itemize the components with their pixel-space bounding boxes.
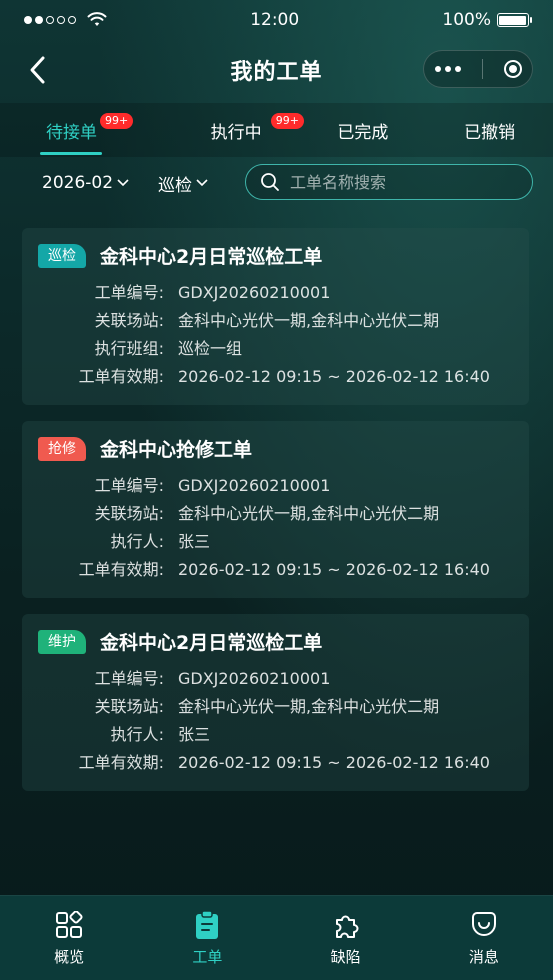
tab-label: 执行中 [210,122,262,143]
date-value: 2026-02 [42,173,114,193]
type-dropdown[interactable]: 巡检 [158,171,208,196]
tab-label: 待接单 [46,122,97,143]
row-label: 执行班组: [94,339,164,358]
row-label: 关联场站: [94,504,164,523]
tab-completed[interactable]: 已完成 [300,103,427,157]
tabbar-item-work-order[interactable]: 工单 [138,896,276,980]
info-row: 关联场站: 金科中心光伏一期,金科中心光伏二期 [38,307,513,335]
tab-label: 已撤销 [464,122,516,143]
row-label: 工单有效期: [78,560,164,579]
tabbar-label: 缺陷 [330,947,361,966]
overview-icon [54,910,84,940]
signal-dot [57,16,65,24]
defect-icon [331,910,361,940]
tabbar-item-message[interactable]: 消息 [415,896,553,980]
info-row: 关联场站: 金科中心光伏一期,金科中心光伏二期 [38,500,513,528]
card-title: 金科中心2月日常巡检工单 [100,246,323,268]
signal-dot [24,16,32,24]
search-icon [261,173,279,191]
card-title: 金科中心2月日常巡检工单 [100,632,323,654]
row-label: 工单有效期: [78,367,164,386]
miniprogram-capsule [423,50,533,88]
row-label: 关联场站: [94,311,164,330]
tab-cancelled[interactable]: 已撤销 [426,103,553,157]
tabbar-label: 概览 [54,947,85,966]
info-row: 执行人: 张三 [38,721,513,749]
work-order-card[interactable]: 维护 金科中心2月日常巡检工单 工单编号: GDXJ20260210001 关联场… [22,614,529,791]
filter-bar: 2026-02 巡检 [0,162,553,204]
info-row: 工单有效期: 2026-02-12 09:15 ~ 2026-02-12 16:4… [38,556,513,584]
info-row: 工单编号: GDXJ20260210001 [38,472,513,500]
row-value: 2026-02-12 09:15 ~ 2026-02-12 16:40 [178,367,490,386]
info-row: 执行人: 张三 [38,528,513,556]
row-value: 张三 [178,725,211,744]
tab-in-progress[interactable]: 执行中 99+ [173,103,304,157]
nav-bar: 我的工单 [0,40,553,100]
tabbar-label: 消息 [468,947,499,966]
row-value: GDXJ20260210001 [178,669,331,688]
info-row: 工单有效期: 2026-02-12 09:15 ~ 2026-02-12 16:4… [38,363,513,391]
row-label: 执行人: [110,725,164,744]
repair-tag: 抢修 [38,436,86,461]
row-label: 关联场站: [94,697,164,716]
battery-icon [496,13,532,27]
row-value: 张三 [178,532,211,551]
signal-dot [46,16,54,24]
row-value: 金科中心光伏一期,金科中心光伏二期 [178,504,440,523]
row-value: GDXJ20260210001 [178,476,331,495]
row-value: 金科中心光伏一期,金科中心光伏二期 [178,311,440,330]
app-screen: 12:00 100% 我的工单 待接单 99+ 执行中 99+ 已完成 已撤销 … [0,0,553,980]
signal-strength [24,12,107,28]
inspection-tag: 巡检 [38,243,86,268]
back-button[interactable] [28,54,56,86]
chevron-down-icon [196,179,208,187]
battery-percent: 100% [442,10,491,30]
page-title: 我的工单 [230,60,323,85]
work-order-icon [192,909,222,940]
bottom-tab-bar: 概览 工单 缺陷 消息 [0,895,553,980]
info-row: 工单有效期: 2026-02-12 09:15 ~ 2026-02-12 16:4… [38,749,513,777]
row-value: 2026-02-12 09:15 ~ 2026-02-12 16:40 [178,753,490,772]
status-bar: 12:00 100% [0,0,553,40]
work-order-card[interactable]: 抢修 金科中心抢修工单 工单编号: GDXJ20260210001 关联场站: 金科… [22,421,529,598]
date-dropdown[interactable]: 2026-02 [42,173,129,193]
row-label: 执行人: [110,532,164,551]
type-value: 巡检 [158,175,192,196]
chevron-left-icon [30,56,45,84]
tabbar-item-defect[interactable]: 缺陷 [277,896,415,980]
more-icon[interactable] [434,66,461,72]
chevron-down-icon [117,179,129,187]
work-order-card[interactable]: 巡检 金科中心2月日常巡检工单 工单编号: GDXJ20260210001 关联场… [22,228,529,405]
capsule-divider [481,59,483,79]
tabbar-label: 工单 [192,947,223,966]
maintenance-tag: 维护 [38,629,86,654]
count-badge: 99+ [100,113,134,129]
row-label: 工单编号: [94,476,164,495]
tab-pending[interactable]: 待接单 99+ [0,103,173,157]
row-label: 工单有效期: [78,753,164,772]
info-row: 执行班组: 巡检一组 [38,335,513,363]
info-row: 关联场站: 金科中心光伏一期,金科中心光伏二期 [38,693,513,721]
signal-dot [35,16,43,24]
status-tabs: 待接单 99+ 执行中 99+ 已完成 已撤销 [0,103,553,157]
signal-dot [68,16,76,24]
card-title: 金科中心抢修工单 [100,439,253,461]
status-time: 12:00 [250,10,300,30]
info-row: 工单编号: GDXJ20260210001 [38,665,513,693]
row-value: 2026-02-12 09:15 ~ 2026-02-12 16:40 [178,560,490,579]
info-row: 工单编号: GDXJ20260210001 [38,279,513,307]
row-label: 工单编号: [94,283,164,302]
message-icon [469,910,499,940]
tab-label: 已完成 [337,122,389,143]
row-value: GDXJ20260210001 [178,283,331,302]
search-input[interactable] [288,171,512,193]
tab-active-indicator [40,152,102,155]
close-miniprogram-icon[interactable] [503,60,522,78]
row-label: 工单编号: [94,669,164,688]
row-value: 金科中心光伏一期,金科中心光伏二期 [178,697,440,716]
wifi-icon [87,12,107,26]
search-box[interactable] [245,164,533,200]
tabbar-item-overview[interactable]: 概览 [0,896,138,980]
row-value: 巡检一组 [178,339,243,358]
